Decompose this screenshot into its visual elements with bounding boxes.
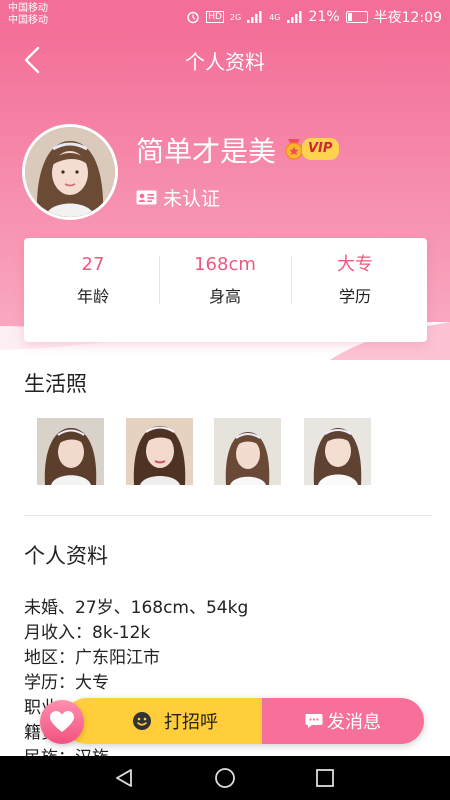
system-nav-bar xyxy=(0,756,450,800)
stat-height: 168cm 身高 xyxy=(158,252,292,307)
profile-line-region: 地区：广东阳江市 xyxy=(24,648,160,668)
profile-line-summary: 未婚、27岁、168cm、54kg xyxy=(24,598,249,618)
id-card-icon xyxy=(136,190,157,205)
avatar-portrait xyxy=(25,127,115,217)
heart-icon xyxy=(50,711,74,732)
verify-label: 未认证 xyxy=(163,188,221,210)
photo-image xyxy=(214,418,281,485)
like-button[interactable] xyxy=(40,700,84,744)
square-recent-icon[interactable] xyxy=(313,766,337,790)
hd-badge: HD xyxy=(206,11,224,23)
status-indicators: HD 2G 4G 21% 半夜12:09 xyxy=(186,7,442,27)
photo-image xyxy=(37,418,104,485)
profile-line-education: 学历：大专 xyxy=(24,673,109,693)
action-bar: 打招呼 发消息 xyxy=(64,698,424,744)
greet-label: 打招呼 xyxy=(164,712,218,733)
profile-line-income: 月收入：8k-12k xyxy=(24,623,151,643)
circle-home-icon[interactable] xyxy=(213,766,237,790)
status-bar: 中国移动 中国移动 HD 2G 4G 21% 半夜12:09 xyxy=(0,0,450,30)
triangle-back-icon[interactable] xyxy=(112,766,136,790)
stat-label: 学历 xyxy=(338,287,371,306)
carrier-2: 中国移动 xyxy=(8,15,48,26)
verify-status[interactable]: 未认证 xyxy=(136,184,220,211)
page-title: 个人资料 xyxy=(185,50,265,74)
section-divider xyxy=(24,515,432,516)
life-photo-4[interactable] xyxy=(304,418,371,485)
battery-icon xyxy=(345,11,368,23)
life-photo-2[interactable] xyxy=(126,418,193,485)
stat-age: 27 年龄 xyxy=(26,252,160,307)
stats-card: 27 年龄 168cm 身高 大专 学历 xyxy=(24,238,427,342)
top-nav: 个人资料 xyxy=(0,30,450,90)
greet-button[interactable]: 打招呼 xyxy=(64,698,262,744)
smile-icon xyxy=(133,712,151,730)
stat-label: 身高 xyxy=(208,287,241,306)
photo-image xyxy=(304,418,371,485)
stat-label: 年龄 xyxy=(76,287,109,306)
signal-4g: 4G xyxy=(269,12,281,22)
battery-percent: 21% xyxy=(308,9,340,25)
photos-section-title: 生活照 xyxy=(24,372,87,396)
chat-bubble-icon xyxy=(305,714,323,728)
carrier-1: 中国移动 xyxy=(8,3,48,14)
stat-value: 168cm xyxy=(194,254,256,275)
photo-image xyxy=(126,418,193,485)
message-button[interactable]: 发消息 xyxy=(262,698,424,744)
signal-icon-2 xyxy=(286,11,302,23)
avatar[interactable] xyxy=(22,124,118,220)
nickname: 简单才是美 xyxy=(136,135,277,168)
vip-label: VIP xyxy=(302,138,340,160)
alarm-icon xyxy=(187,11,199,24)
vip-badge: VIP xyxy=(282,136,340,162)
profile-section-title: 个人资料 xyxy=(24,544,108,568)
carrier-info: 中国移动 中国移动 xyxy=(8,3,48,27)
stat-value: 27 xyxy=(81,254,105,275)
signal-icon xyxy=(247,11,262,23)
message-label: 发消息 xyxy=(327,712,381,733)
stat-value: 大专 xyxy=(337,254,373,275)
clock: 半夜12:09 xyxy=(373,10,442,26)
stat-education: 大专 学历 xyxy=(288,252,422,307)
signal-2g: 2G xyxy=(229,12,242,22)
life-photo-3[interactable] xyxy=(214,418,281,485)
life-photo-1[interactable] xyxy=(37,418,104,485)
